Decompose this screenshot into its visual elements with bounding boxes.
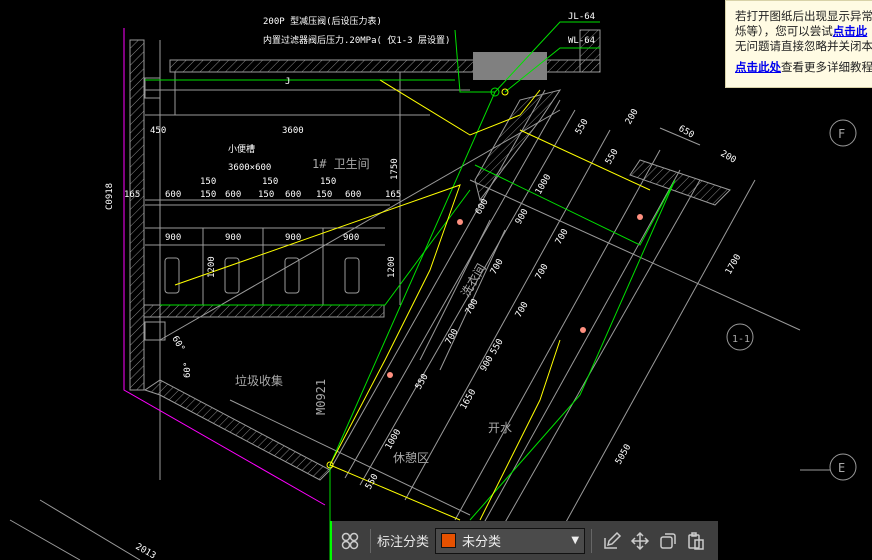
pipe-jl-label: JL-64	[568, 12, 595, 22]
dim-label: 150	[262, 177, 278, 187]
angle-label: 60°	[169, 335, 186, 354]
room-label: 小便槽	[228, 143, 255, 155]
display-issue-notice: 若打开图纸后出现显示异常 烁等），您可以尝试点击此 无问题请直接忽略并关闭本 点…	[725, 0, 872, 88]
dim-label: 150	[316, 190, 332, 200]
dim-label: 550	[489, 337, 506, 356]
room-label: 开水	[488, 421, 512, 435]
dim-label: 3600×600	[228, 163, 271, 173]
notice-line: 若打开图纸后出现显示异常	[735, 9, 872, 23]
tutorial-link[interactable]: 点击此处	[735, 60, 781, 74]
notice-inline-link[interactable]: 点击此	[833, 24, 868, 38]
dim-label: 600	[285, 190, 301, 200]
notice-text: 查看更多详细教程	[781, 60, 872, 74]
annotations: 200P 型减压阀(后设压力表) 内置过滤器阀后压力.20MPa( 仅1-3 层…	[105, 12, 845, 560]
dim-label: 550	[604, 147, 621, 166]
dim-label: 165	[385, 190, 401, 200]
dim-label: 900	[479, 354, 496, 373]
dim-label: 650	[677, 124, 696, 141]
paste-icon[interactable]	[682, 527, 710, 555]
dim-label: 700	[514, 300, 531, 319]
axis-markers	[726, 119, 857, 481]
dim-label: 700	[534, 262, 551, 281]
pressure-note: 内置过滤器阀后压力.20MPa( 仅1-3 层设置)	[263, 34, 450, 46]
dim-label: 1200	[207, 256, 217, 278]
dim-label: 900	[285, 233, 301, 243]
dim-label: 1200	[387, 256, 397, 278]
dim-label: 1000	[384, 428, 404, 452]
walls	[9, 29, 830, 560]
dim-label: 600	[225, 190, 241, 200]
dim-label: 150	[320, 177, 336, 187]
dim-label: 3600	[282, 126, 304, 136]
category-value: 未分类	[462, 535, 502, 550]
annotation-category-select[interactable]: 未分类 ▼	[435, 527, 586, 554]
axis-1-1-label: 1-1	[732, 334, 750, 345]
axis-e-label: E	[838, 461, 845, 475]
divider	[591, 528, 593, 553]
copy-icon[interactable]	[654, 527, 682, 555]
valve-note: 200P 型减压阀(后设压力表)	[263, 15, 382, 27]
dim-label: 1700	[724, 253, 744, 277]
dim-label: 600	[474, 197, 491, 216]
dim-label: 150	[200, 177, 216, 187]
annotation-category-label: 标注分类	[377, 535, 430, 550]
room-label: 休憩区	[393, 450, 429, 465]
dim-label: 1650	[459, 388, 479, 412]
annotation-toolbar: 标注分类 未分类 ▼	[330, 521, 718, 560]
dim-label: 150	[200, 190, 216, 200]
dim-label: 2013	[134, 542, 158, 560]
pipe-wl-label: WL-64	[568, 36, 595, 46]
edit-icon[interactable]	[598, 527, 626, 555]
dim-label: 5050	[614, 443, 634, 467]
dim-label: 450	[150, 126, 166, 136]
dim-label: 700	[554, 227, 571, 246]
notice-text: 烁等），您可以尝试	[735, 24, 833, 38]
category-color-swatch	[441, 533, 457, 548]
window-label: C0918	[105, 183, 115, 210]
notice-line: 无问题请直接忽略并关闭本	[735, 39, 872, 53]
chevron-down-icon: ▼	[571, 535, 580, 546]
room-label: 垃圾收集	[235, 373, 283, 388]
dim-label: 900	[165, 233, 181, 243]
pipe-j-label: J	[285, 77, 290, 87]
room-label: 洗衣间	[458, 261, 489, 300]
dim-label: 550	[364, 472, 381, 491]
dim-label: 550	[414, 372, 431, 391]
grid-menu-icon[interactable]	[336, 527, 364, 555]
water-pipes	[145, 21, 676, 560]
dim-label: 150	[258, 190, 274, 200]
dim-label: 1750	[390, 158, 400, 180]
notice-line: 点击此处查看更多详细教程	[735, 60, 872, 75]
dim-label: 900	[343, 233, 359, 243]
dim-label: 200	[719, 149, 738, 166]
notice-line: 烁等），您可以尝试点击此	[735, 24, 872, 39]
dim-label: 550	[574, 117, 591, 136]
dim-label: 600	[165, 190, 181, 200]
angle-label: 60°	[183, 362, 193, 378]
dim-label: 900	[225, 233, 241, 243]
room-label: 1# 卫生间	[312, 157, 370, 171]
dim-label: 165	[124, 190, 140, 200]
divider	[370, 528, 371, 553]
move-icon[interactable]	[626, 527, 654, 555]
dim-label: 900	[514, 207, 531, 226]
dim-label: 600	[345, 190, 361, 200]
axis-f-label: F	[838, 127, 845, 141]
dim-label: 200	[624, 107, 641, 126]
door-label: M0921	[314, 379, 328, 415]
